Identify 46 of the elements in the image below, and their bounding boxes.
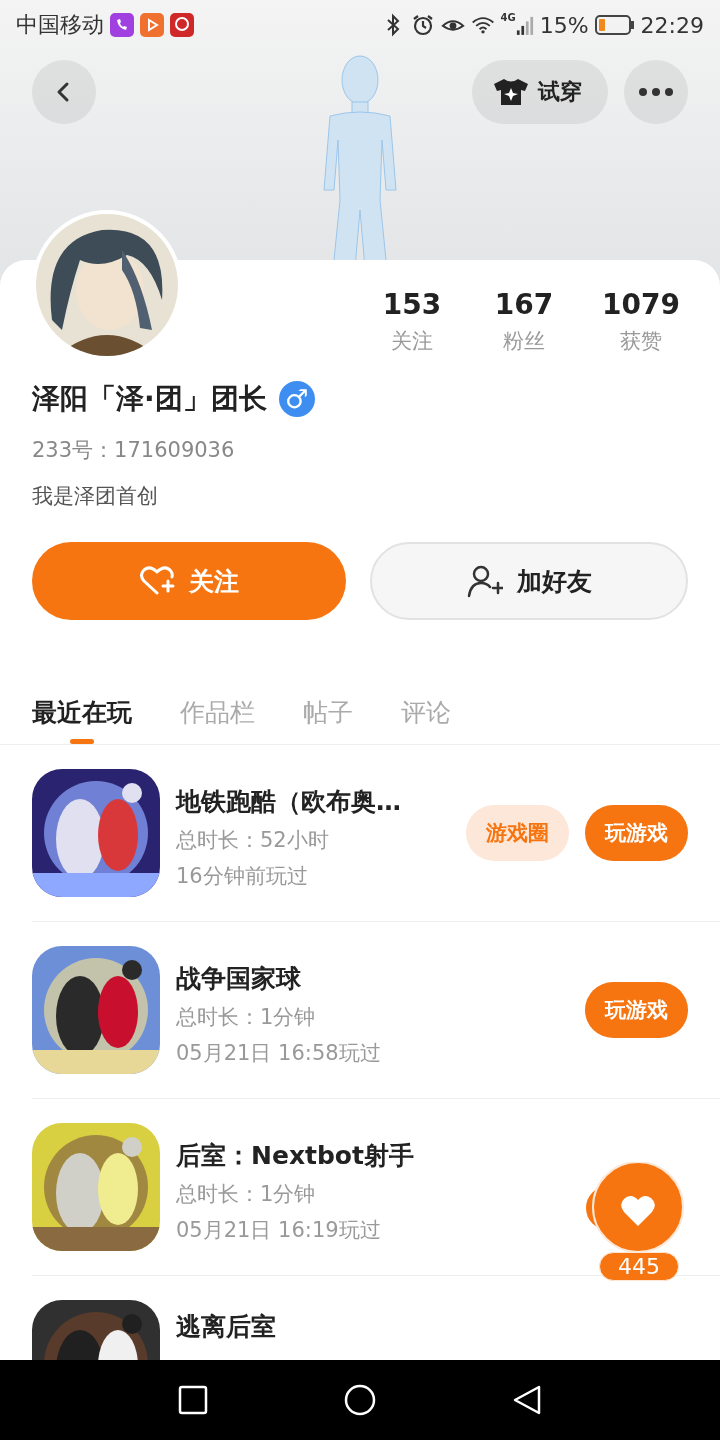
stat-label: 获赞 <box>620 328 663 355</box>
play-duration: 总时长：52小时 <box>176 827 330 854</box>
stat-label: 粉丝 <box>503 328 546 355</box>
play-game-button[interactable]: 玩游戏 <box>585 805 688 861</box>
recent-apps-icon[interactable] <box>177 1384 210 1416</box>
heart-plus-icon <box>139 565 175 597</box>
game-title: 后室：Nextbot射手 <box>176 1140 415 1172</box>
clock-time: 22:29 <box>640 12 704 38</box>
profile-tab[interactable]: 评论 <box>401 664 451 744</box>
last-played-time: 16分钟前玩过 <box>176 863 309 890</box>
play-duration: 总时长：1分钟 <box>176 1004 317 1031</box>
add-user-icon <box>466 564 503 598</box>
profile-tab[interactable]: 帖子 <box>303 664 353 744</box>
game-title: 地铁跑酷（欧布奥… <box>176 786 402 818</box>
user-name: 泽阳「泽·团」团长 <box>32 381 267 417</box>
battery-percent: 15% <box>539 12 589 38</box>
stat-count: 153 <box>382 288 442 321</box>
gender-badge: ♂ <box>278 381 315 417</box>
play-game-button[interactable]: 玩游戏 <box>585 982 688 1038</box>
stat-count: 167 <box>494 288 554 321</box>
stat-count: 1079 <box>602 288 680 321</box>
stamp-app-icon <box>170 13 194 37</box>
play-app-icon <box>140 13 164 37</box>
user-id: 233号：171609036 <box>32 437 236 464</box>
battery-icon <box>594 14 635 36</box>
signal-icon <box>515 14 534 36</box>
follow-button[interactable]: 关注 <box>32 542 346 620</box>
game-title: 逃离后室 <box>176 1311 277 1343</box>
more-icon <box>637 87 675 97</box>
last-played-time: 05月21日 16:58玩过 <box>176 1040 382 1067</box>
profile-tab[interactable]: 作品栏 <box>180 664 255 744</box>
game-title: 战争国家球 <box>176 963 302 995</box>
profile-tab[interactable]: 最近在玩 <box>32 664 132 744</box>
shirt-icon <box>492 77 530 107</box>
user-bio: 我是泽团首创 <box>32 483 159 510</box>
play-duration: 总时长：1分钟 <box>176 1181 317 1208</box>
stat-label: 关注 <box>391 328 434 355</box>
add-friend-button[interactable]: 加好友 <box>370 542 688 620</box>
home-icon[interactable] <box>344 1384 376 1416</box>
phone-app-icon <box>110 13 134 37</box>
network-type: 4G <box>500 12 516 23</box>
like-count: 445 <box>599 1252 679 1281</box>
try-on-button[interactable]: 试穿 <box>472 60 608 124</box>
last-played-time: 05月21日 16:19玩过 <box>176 1217 382 1244</box>
game-circle-button[interactable]: 游戏圈 <box>466 805 569 861</box>
carrier-name: 中国移动 <box>16 11 104 39</box>
